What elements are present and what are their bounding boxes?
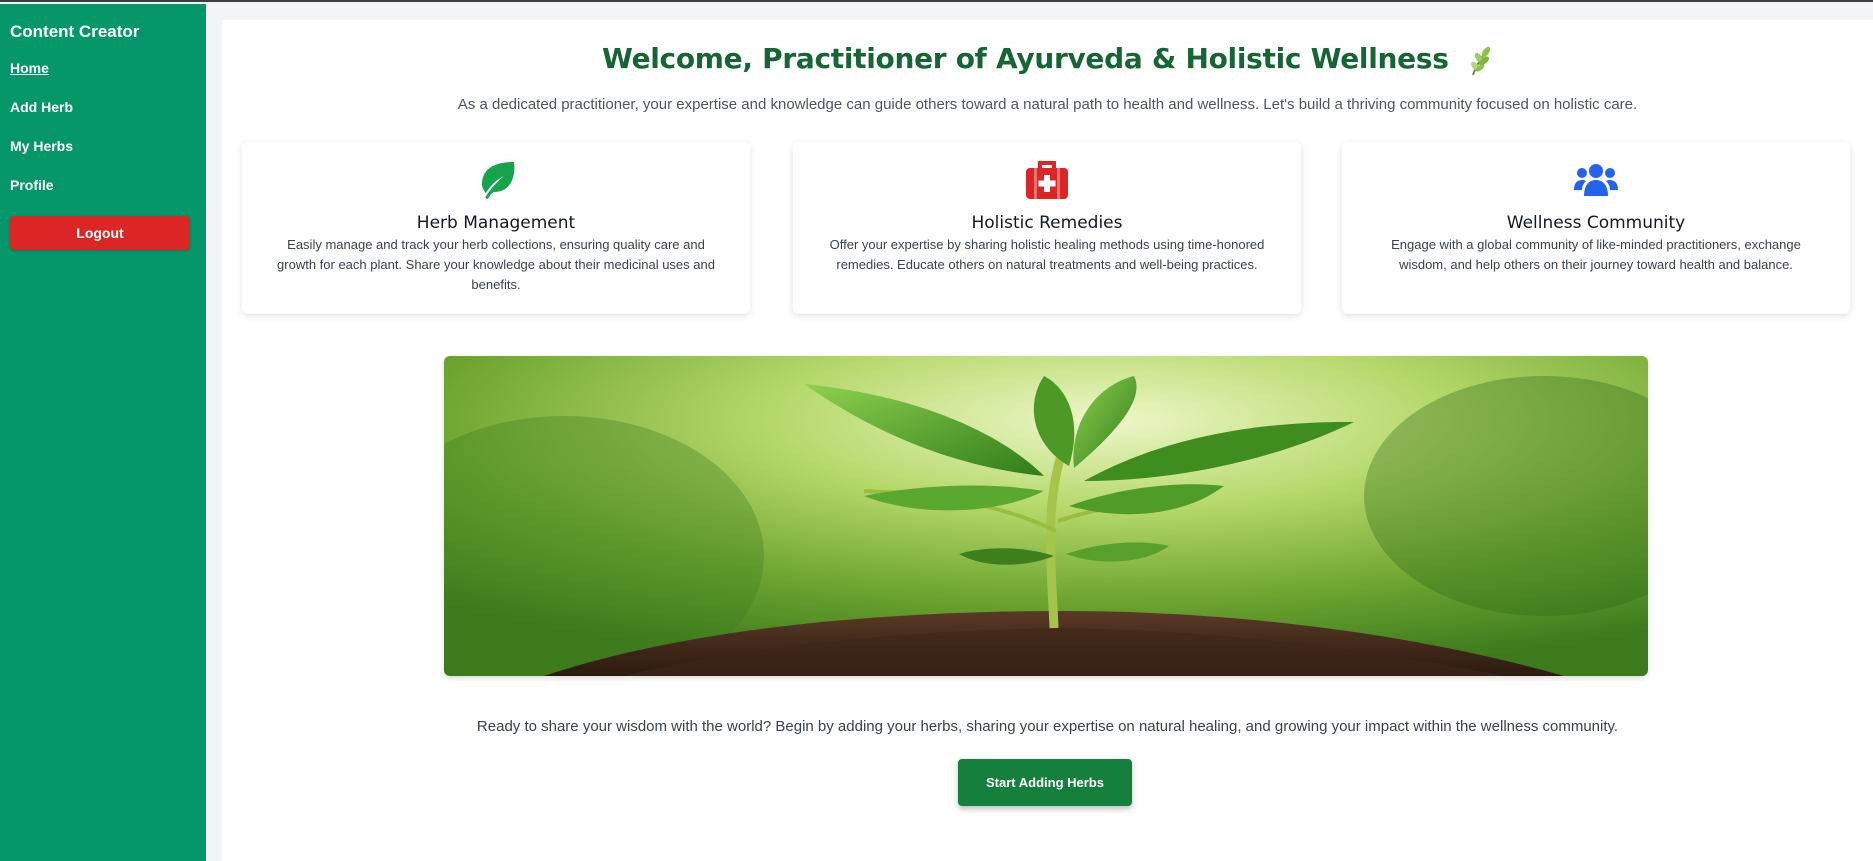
cta-text: Ready to share your wisdom with the worl… (476, 718, 1619, 735)
card-title: Herb Management (416, 213, 576, 233)
card-title: Holistic Remedies (971, 213, 1123, 233)
card-text: Engage with a global community of like-m… (1391, 237, 1801, 272)
logout-button[interactable]: Logout (10, 216, 190, 250)
feature-card-herb-management: Herb Management Easily manage and track … (242, 142, 750, 314)
sidebar: Content Creator Home Add Herb My Herbs P… (0, 4, 206, 861)
leaf-icon (242, 160, 750, 200)
start-adding-herbs-button[interactable]: Start Adding Herbs (958, 759, 1132, 806)
users-icon (1342, 160, 1850, 200)
sidebar-brand: Content Creator (10, 22, 140, 41)
title-row: Welcome, Practitioner of Ayurveda & Holi… (222, 42, 1873, 81)
first-aid-kit-icon (793, 160, 1301, 200)
page-subtitle: As a dedicated practitioner, your expert… (457, 96, 1638, 113)
card-text: Easily manage and track your herb collec… (277, 237, 715, 292)
sidebar-item-home[interactable]: Home (10, 60, 196, 76)
feature-card-wellness-community: Wellness Community Engage with a global … (1342, 142, 1850, 314)
main-content: Welcome, Practitioner of Ayurveda & Holi… (222, 20, 1873, 861)
feature-card-holistic-remedies: Holistic Remedies Offer your expertise b… (793, 142, 1301, 314)
sidebar-item-my-herbs[interactable]: My Herbs (10, 138, 196, 154)
sidebar-item-add-herb[interactable]: Add Herb (10, 99, 196, 115)
hero-seedling-image (444, 356, 1648, 676)
card-text: Offer your expertise by sharing holistic… (829, 237, 1265, 272)
page-title: Welcome, Practitioner of Ayurveda & Holi… (601, 42, 1449, 75)
card-title: Wellness Community (1506, 213, 1686, 233)
sidebar-item-profile[interactable]: Profile (10, 177, 196, 193)
herb-sprig-icon (1467, 46, 1493, 81)
